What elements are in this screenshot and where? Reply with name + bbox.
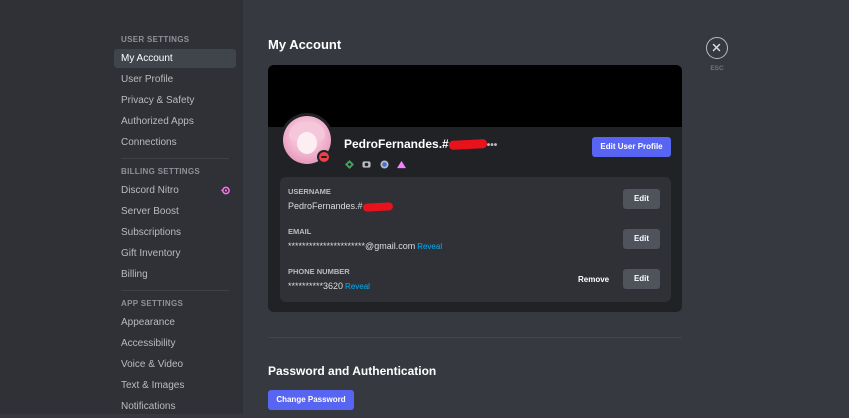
account-profile-card: PedroFernandes.# ••• Edit User Profile US… <box>268 65 682 312</box>
profile-banner <box>268 65 682 127</box>
username-value-text: PedroFernandes.# <box>288 201 363 211</box>
nitro-icon[interactable] <box>362 160 372 169</box>
nitro-icon <box>221 186 230 195</box>
sidebar-item-label: Discord Nitro <box>121 185 179 196</box>
edit-email-button[interactable]: Edit <box>623 229 660 249</box>
user-settings-header: USER SETTINGS <box>121 35 190 44</box>
sidebar-item-authorized-apps[interactable]: Authorized Apps <box>114 112 236 131</box>
profile-username: PedroFernandes.# ••• <box>344 137 497 151</box>
profile-badges <box>345 156 410 170</box>
sidebar-item-billing[interactable]: Billing <box>114 265 236 284</box>
billing-settings-header: BILLING SETTINGS <box>121 167 201 176</box>
phone-label: PHONE NUMBER <box>288 267 350 276</box>
sidebar-item-subscriptions[interactable]: Subscriptions <box>114 223 236 242</box>
sidebar-item-privacy-safety[interactable]: Privacy & Safety <box>114 91 236 110</box>
redaction-mark <box>362 201 393 212</box>
early-supporter-icon[interactable] <box>397 160 407 169</box>
phone-value-text: **********3620 <box>288 281 344 291</box>
sidebar-item-appearance[interactable]: Appearance <box>114 313 236 332</box>
sidebar-item-connections[interactable]: Connections <box>114 133 236 152</box>
sidebar-item-accessibility[interactable]: Accessibility <box>114 334 236 353</box>
avatar-face-shape <box>297 132 317 154</box>
close-icon <box>712 43 721 52</box>
app-settings-header: APP SETTINGS <box>121 299 184 308</box>
avatar-frame <box>280 113 334 167</box>
settings-sidebar: USER SETTINGS My Account User Profile Pr… <box>114 33 236 418</box>
edit-username-button[interactable]: Edit <box>623 189 660 209</box>
phone-field: PHONE NUMBER **********3620 Reveal <box>288 267 370 291</box>
phone-value: **********3620 Reveal <box>288 281 370 291</box>
sidebar-item-user-profile[interactable]: User Profile <box>114 70 236 89</box>
sidebar-item-server-boost[interactable]: Server Boost <box>114 202 236 221</box>
edit-phone-button[interactable]: Edit <box>623 269 660 289</box>
username-text: PedroFernandes.# <box>344 137 449 151</box>
email-value: **********************@gmail.com Reveal <box>288 241 442 251</box>
reveal-email-link[interactable]: Reveal <box>417 242 442 251</box>
esc-label: ESC <box>710 65 724 72</box>
sidebar-divider <box>121 290 229 291</box>
sidebar-item-notifications[interactable]: Notifications <box>114 397 236 416</box>
page-title: My Account <box>268 37 342 52</box>
redaction-mark <box>448 139 487 151</box>
email-value-text: **********************@gmail.com <box>288 241 416 251</box>
boost-icon[interactable] <box>380 160 389 169</box>
email-field: EMAIL **********************@gmail.com Re… <box>288 227 442 251</box>
sidebar-item-text-images[interactable]: Text & Images <box>114 376 236 395</box>
username-label: USERNAME <box>288 187 331 196</box>
sidebar-divider <box>121 158 229 159</box>
dnd-status-icon <box>317 150 331 164</box>
close-settings-button[interactable] <box>706 37 728 59</box>
hypesquad-icon[interactable] <box>345 160 354 170</box>
username-value: PedroFernandes.# <box>288 201 393 212</box>
sidebar-item-my-account[interactable]: My Account <box>114 49 236 68</box>
section-divider <box>268 337 682 338</box>
sidebar-item-discord-nitro[interactable]: Discord Nitro <box>114 181 236 200</box>
change-password-button[interactable]: Change Password <box>268 390 354 410</box>
sidebar-item-voice-video[interactable]: Voice & Video <box>114 355 236 374</box>
account-settings-content: My Account PedroFernandes.# ••• Edit Use… <box>268 0 682 414</box>
username-dots: ••• <box>486 140 498 151</box>
username-field: USERNAME PedroFernandes.# <box>288 187 393 212</box>
remove-phone-button[interactable]: Remove <box>578 275 609 284</box>
sidebar-item-gift-inventory[interactable]: Gift Inventory <box>114 244 236 263</box>
reveal-phone-link[interactable]: Reveal <box>345 282 370 291</box>
email-label: EMAIL <box>288 227 312 236</box>
edit-user-profile-button[interactable]: Edit User Profile <box>592 137 671 157</box>
password-section-title: Password and Authentication <box>268 364 437 378</box>
account-fields-panel: USERNAME PedroFernandes.# Edit EMAIL ***… <box>280 177 671 302</box>
